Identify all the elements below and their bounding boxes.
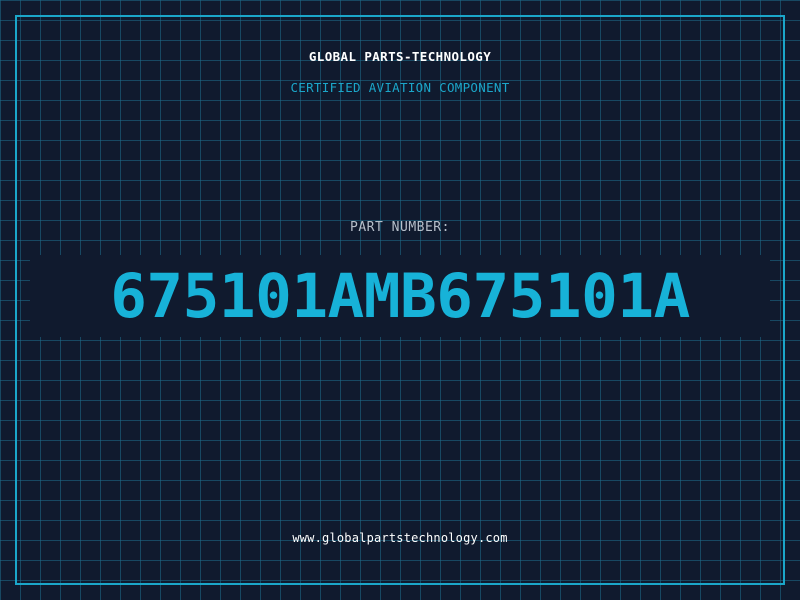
website-url: www.globalpartstechnology.com — [292, 531, 508, 545]
certification-subtitle: CERTIFIED AVIATION COMPONENT — [290, 80, 510, 95]
company-name: GLOBAL PARTS-TECHNOLOGY — [308, 49, 492, 64]
part-number-value: 675101AMB675101A — [110, 261, 690, 332]
certificate-card: GLOBAL PARTS-TECHNOLOGY CERTIFIED AVIATI… — [0, 0, 800, 600]
part-number-label: PART NUMBER: — [350, 220, 450, 235]
